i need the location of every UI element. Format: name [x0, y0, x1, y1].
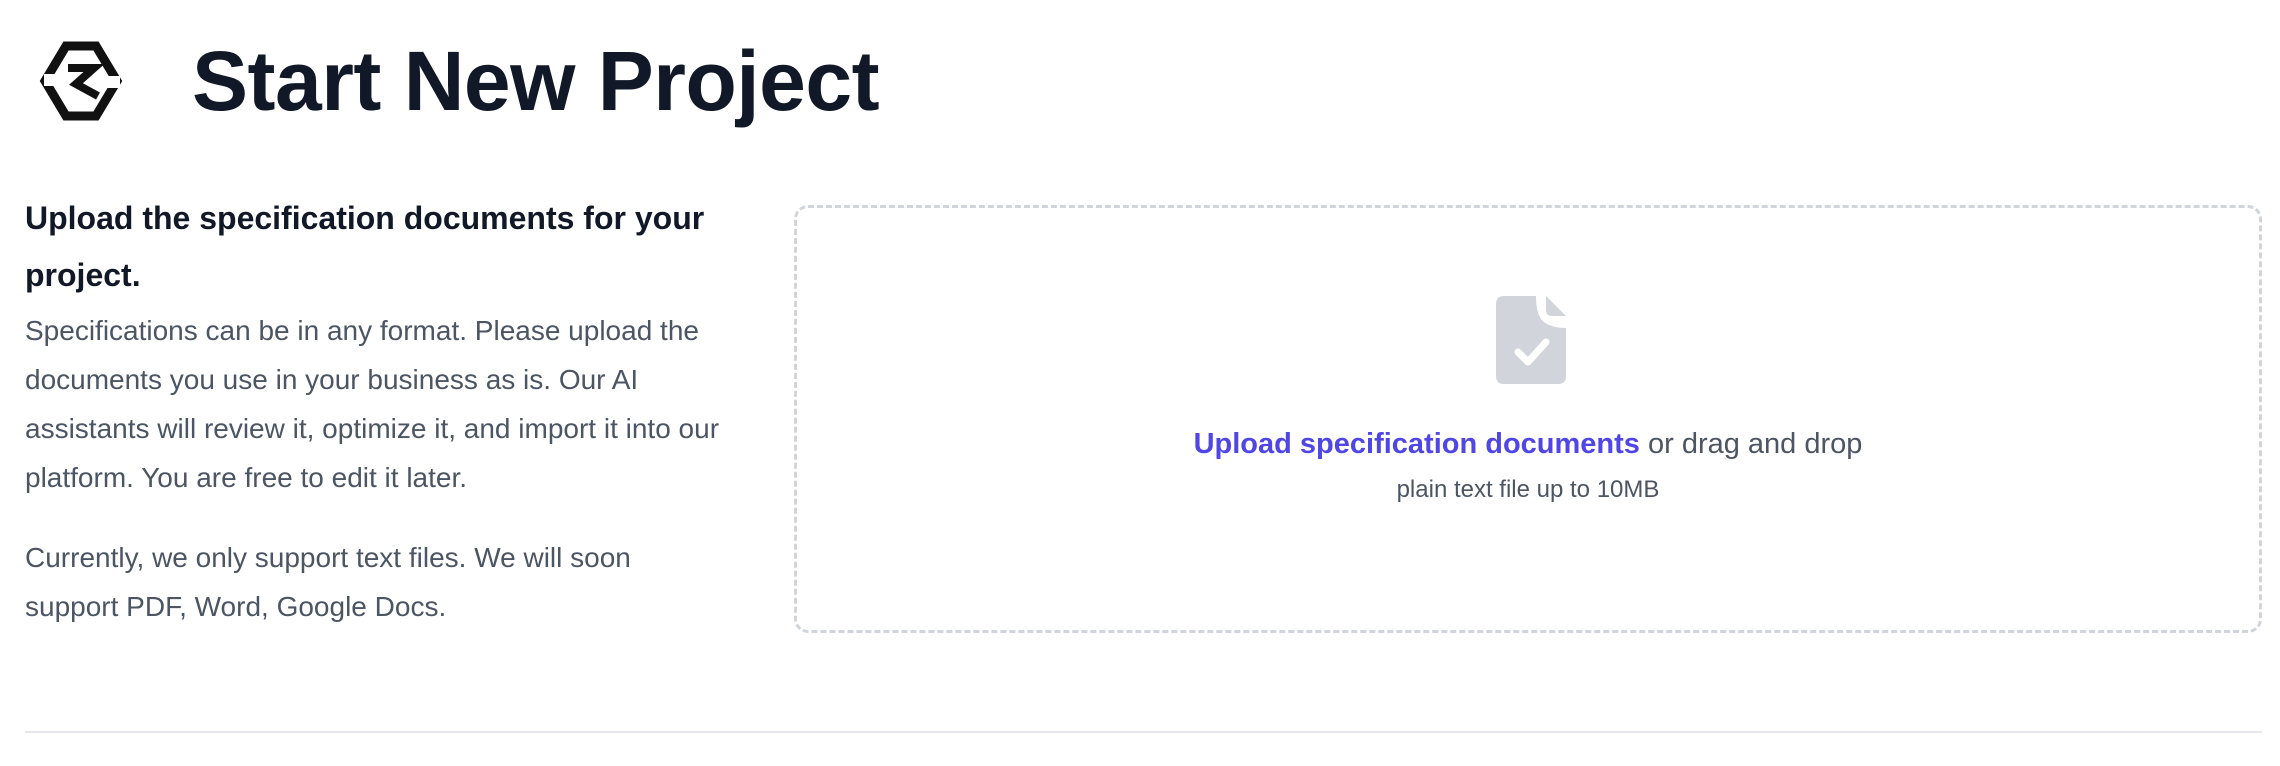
description-paragraph: Specifications can be in any format. Ple…	[25, 315, 720, 493]
document-check-icon	[1496, 296, 1566, 384]
page-header: Start New Project	[38, 34, 880, 128]
page-title: Start New Project	[192, 34, 880, 128]
upload-link[interactable]: Upload specification documents	[1194, 428, 1640, 460]
file-dropzone[interactable]: Upload specification documents or drag a…	[794, 205, 2262, 633]
drag-drop-text: or drag and drop	[1639, 428, 1863, 460]
file-type-hint: plain text file up to 10MB	[1396, 476, 1660, 503]
hexagon-squiggle-logo-icon	[39, 41, 123, 121]
section-heading: Upload the specification documents for y…	[25, 200, 705, 293]
support-note-paragraph: Currently, we only support text files. W…	[25, 542, 631, 622]
intro-panel: Upload the specification documents for y…	[25, 190, 725, 631]
upload-prompt: Upload specification documents or drag a…	[797, 428, 2259, 461]
divider	[25, 731, 2262, 733]
